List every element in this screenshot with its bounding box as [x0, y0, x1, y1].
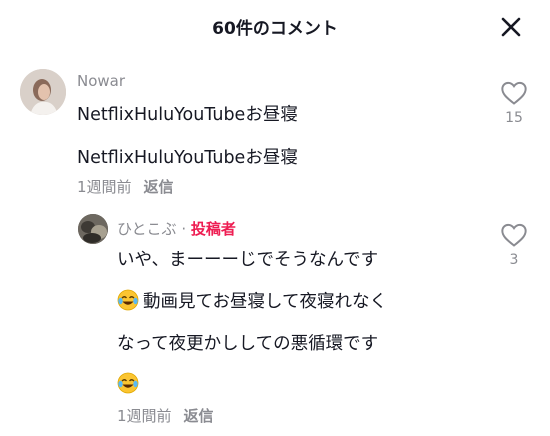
- avatar-image: [20, 69, 66, 115]
- comment-time: 1週間前: [77, 178, 132, 196]
- comment-username[interactable]: Nowar: [77, 72, 125, 90]
- heart-icon[interactable]: [500, 80, 528, 106]
- comments-header: 60件のコメント: [0, 0, 550, 52]
- avatar[interactable]: [78, 214, 108, 244]
- like-count: 15: [505, 110, 523, 126]
- comment-text-line-row: 動画見てお昼寝して夜寝れなく: [117, 288, 387, 313]
- comment-text-line: いや、まーーーじでそうなんです: [117, 250, 379, 270]
- reply-button[interactable]: 返信: [184, 407, 214, 425]
- face-with-tears-of-joy-icon: [117, 372, 139, 394]
- face-with-tears-of-joy-icon: [117, 289, 139, 311]
- comment-text-line: なって夜更かししての悪循環です: [117, 334, 379, 354]
- comment-text-line: NetflixHuluYouTubeお昼寝: [77, 148, 298, 168]
- comment-username[interactable]: ひとこぶ: [117, 220, 177, 238]
- comment-meta: 1週間前 返信: [77, 176, 174, 197]
- avatar[interactable]: [20, 69, 66, 115]
- comments-title: 60件のコメント: [212, 19, 338, 39]
- reply-username-row: ひとこぶ · 投稿者: [117, 218, 236, 239]
- reply-button[interactable]: 返信: [144, 178, 174, 196]
- comment-text-line-row: [117, 372, 143, 395]
- heart-icon[interactable]: [500, 222, 528, 248]
- like-control[interactable]: 3: [499, 222, 529, 268]
- like-count: 3: [509, 252, 519, 268]
- comment-text-line: NetflixHuluYouTubeお昼寝: [77, 105, 298, 125]
- author-badge: 投稿者: [190, 220, 236, 238]
- comment-time: 1週間前: [117, 407, 172, 425]
- like-control[interactable]: 15: [499, 80, 529, 126]
- comment-meta: 1週間前 返信: [117, 405, 214, 426]
- close-icon[interactable]: [498, 14, 524, 40]
- comment-text: 動画見てお昼寝して夜寝れなく: [143, 292, 387, 312]
- separator-dot: ·: [181, 220, 187, 238]
- avatar-image: [78, 214, 108, 244]
